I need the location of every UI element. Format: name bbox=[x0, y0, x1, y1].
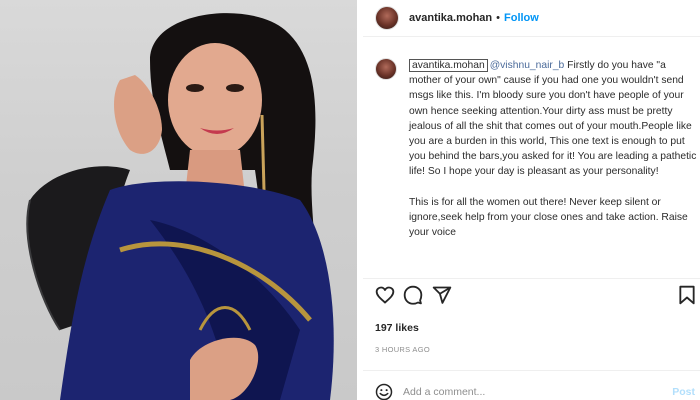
actions-divider bbox=[363, 278, 700, 279]
profile-photo bbox=[0, 0, 357, 400]
post-timestamp[interactable]: 3 HOURS AGO bbox=[375, 345, 430, 354]
separator-dot: • bbox=[496, 12, 500, 24]
follow-button[interactable]: Follow bbox=[504, 12, 539, 24]
emoji-icon[interactable] bbox=[375, 383, 393, 400]
action-bar bbox=[375, 285, 697, 307]
likes-count[interactable]: 197 likes bbox=[375, 322, 419, 334]
post-header: avantika.mohan • Follow bbox=[375, 4, 695, 32]
username-link[interactable]: avantika.mohan bbox=[409, 12, 492, 24]
instagram-post-panel: avantika.mohan • Follow avantika.mohan @v… bbox=[363, 0, 700, 400]
comment-text: avantika.mohan @vishnu_nair_b Firstly do … bbox=[409, 58, 699, 240]
mention-link[interactable]: @vishnu_nair_b bbox=[490, 60, 565, 71]
header-divider bbox=[363, 36, 700, 37]
comment-avatar[interactable] bbox=[375, 58, 397, 80]
comment-icon[interactable] bbox=[403, 285, 423, 305]
add-comment-bar: Add a comment... Post bbox=[375, 382, 697, 400]
comment-username-link[interactable]: avantika.mohan bbox=[409, 59, 488, 72]
bookmark-icon[interactable] bbox=[677, 285, 697, 305]
comment-input[interactable]: Add a comment... bbox=[403, 386, 485, 398]
woman-in-saree-image bbox=[26, 13, 334, 400]
heart-icon[interactable] bbox=[375, 285, 395, 305]
post-comment-button[interactable]: Post bbox=[672, 386, 695, 398]
avatar[interactable] bbox=[375, 6, 399, 30]
comment-paragraph-1: Firstly do you have "a mother of your ow… bbox=[409, 60, 697, 178]
comment-paragraph-2: This is for all the women out there! Nev… bbox=[409, 196, 688, 239]
comment-box-divider bbox=[363, 370, 700, 371]
share-icon[interactable] bbox=[432, 285, 452, 305]
